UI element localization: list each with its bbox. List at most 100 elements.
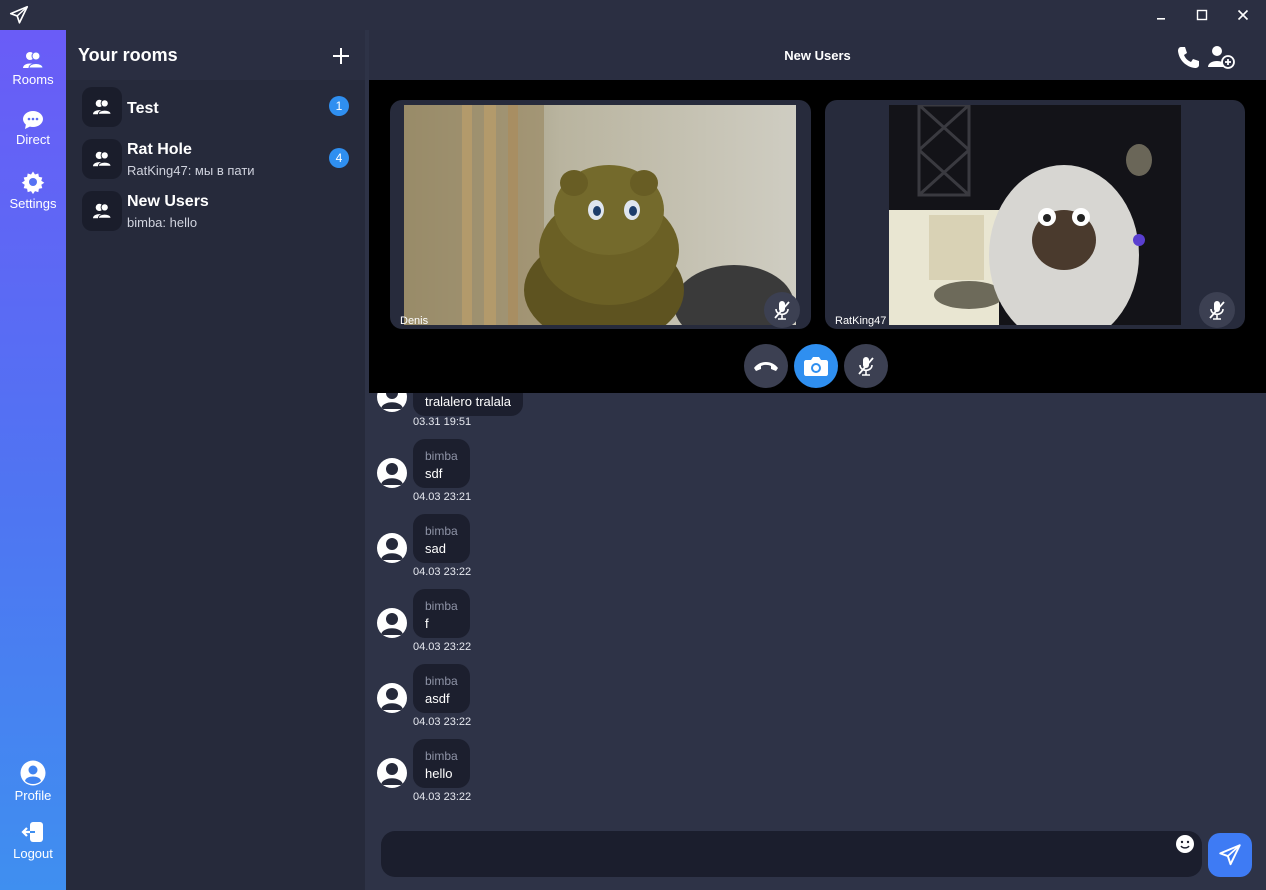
send-button[interactable] [1208, 833, 1252, 877]
message-text: hello [425, 766, 453, 781]
users-icon [93, 151, 112, 167]
unread-badge: 4 [329, 148, 349, 168]
video-feed-image [404, 105, 796, 325]
nav-item-logout[interactable]: Logout [0, 820, 66, 861]
message-sender: bimba [425, 749, 458, 763]
close-button[interactable] [1223, 0, 1263, 30]
muted-indicator [1199, 292, 1235, 328]
message-timestamp: 04.03 23:21 [413, 491, 472, 503]
message-sender: bimba [425, 524, 458, 538]
message-text: sdf [425, 466, 443, 481]
message-bubble: bimba hello [413, 739, 470, 788]
phone-call-button[interactable] [1174, 44, 1202, 70]
message-timestamp: 03.31 19:51 [413, 416, 472, 428]
participant-name: Denis [400, 315, 429, 327]
message-text: f [425, 616, 429, 631]
nav-item-label: Profile [14, 788, 52, 803]
nav-item-label: Direct [16, 132, 50, 147]
main-nav: Rooms Direct Settings Profile Logout [0, 30, 66, 890]
room-avatar [82, 87, 122, 127]
message-item: bimba asdf 04.03 23:22 [369, 664, 769, 736]
rooms-panel: Your rooms Test 1 Rat Hole RatKing47: мы… [66, 30, 365, 890]
participant-name: RatKing47 [835, 315, 887, 327]
minimize-button[interactable] [1141, 0, 1181, 30]
user-avatar-icon [381, 688, 403, 710]
chat-bubble-icon [23, 111, 43, 129]
message-bubble: bimba sad [413, 514, 470, 563]
message-item: bimba hello 04.03 23:22 [369, 739, 769, 811]
message-bubble: bimba asdf [413, 664, 470, 713]
mic-off-icon [774, 301, 790, 320]
message-item: bimba sdf 04.03 23:21 [369, 439, 769, 511]
maximize-icon [1196, 9, 1208, 21]
unread-badge: 1 [329, 96, 349, 116]
message-bubble: tralalero tralala [413, 393, 523, 416]
room-last-message: RatKing47: мы в пати [127, 163, 255, 178]
users-icon [23, 51, 44, 69]
message-sender: bimba [425, 449, 458, 463]
user-avatar-icon [381, 393, 403, 409]
video-call-panel: Denis RatKing47 [369, 80, 1266, 393]
hang-up-button[interactable] [744, 344, 788, 388]
muted-indicator [764, 292, 800, 328]
message-timestamp: 04.03 23:22 [413, 716, 472, 728]
message-text: tralalero tralala [425, 394, 511, 409]
mic-off-icon [1209, 301, 1225, 320]
avatar [377, 393, 407, 412]
message-sender: bimba [425, 599, 458, 613]
rooms-title: Your rooms [78, 45, 178, 65]
message-timestamp: 04.03 23:22 [413, 566, 472, 578]
room-item-rat-hole[interactable]: Rat Hole RatKing47: мы в пати 4 [66, 133, 365, 183]
camera-toggle-button[interactable] [794, 344, 838, 388]
nav-item-label: Settings [9, 196, 57, 211]
user-avatar-icon [381, 613, 403, 635]
message-sender: bimba [425, 674, 458, 688]
phone-hangup-icon [754, 362, 778, 371]
message-item: bimba f 04.03 23:22 [369, 589, 769, 661]
message-bubble: bimba f [413, 589, 470, 638]
message-bubble: bimba sdf [413, 439, 470, 488]
user-avatar-icon [381, 538, 403, 560]
message-timestamp: 04.03 23:22 [413, 791, 472, 803]
nav-item-profile[interactable]: Profile [0, 760, 66, 803]
camera-icon [804, 357, 828, 376]
chat-title: New Users [784, 48, 851, 63]
close-icon [1237, 9, 1249, 21]
add-room-button[interactable] [331, 46, 351, 66]
message-timestamp: 04.03 23:22 [413, 641, 472, 653]
paper-plane-logo-icon [9, 5, 29, 24]
user-avatar-icon [381, 463, 403, 485]
room-name: Rat Hole [127, 141, 192, 158]
nav-item-direct[interactable]: Direct [0, 110, 66, 147]
maximize-button[interactable] [1182, 0, 1222, 30]
avatar [377, 533, 407, 563]
minimize-icon [1157, 18, 1165, 20]
user-avatar-icon [381, 763, 403, 785]
gear-icon [21, 171, 45, 194]
mute-toggle-button[interactable] [844, 344, 888, 388]
nav-item-rooms[interactable]: Rooms [0, 50, 66, 87]
message-item: bimba sad 04.03 23:22 [369, 514, 769, 586]
nav-item-label: Logout [13, 846, 53, 861]
room-item-new-users[interactable]: New Users bimba: hello [66, 185, 365, 235]
user-circle-icon [20, 760, 46, 786]
video-tile-denis[interactable]: Denis [390, 100, 811, 329]
message-item: tralalero tralala 03.31 19:51 [369, 393, 769, 433]
emoji-button[interactable] [1175, 834, 1195, 854]
avatar [377, 458, 407, 488]
mic-off-icon [858, 357, 874, 376]
room-item-test[interactable]: Test 1 [66, 81, 365, 131]
message-text: asdf [425, 691, 450, 706]
message-input[interactable] [381, 831, 1202, 877]
logout-icon [21, 822, 43, 842]
paper-plane-icon [1219, 844, 1241, 866]
avatar [377, 608, 407, 638]
room-last-message: bimba: hello [127, 215, 198, 230]
video-tile-ratking47[interactable]: RatKing47 [825, 100, 1245, 329]
avatar [377, 683, 407, 713]
avatar [377, 758, 407, 788]
message-list[interactable]: tralalero tralala 03.31 19:51 bimba sdf … [369, 393, 1266, 823]
add-user-button[interactable] [1207, 44, 1235, 70]
nav-item-label: Rooms [12, 72, 54, 87]
nav-item-settings[interactable]: Settings [0, 170, 66, 211]
